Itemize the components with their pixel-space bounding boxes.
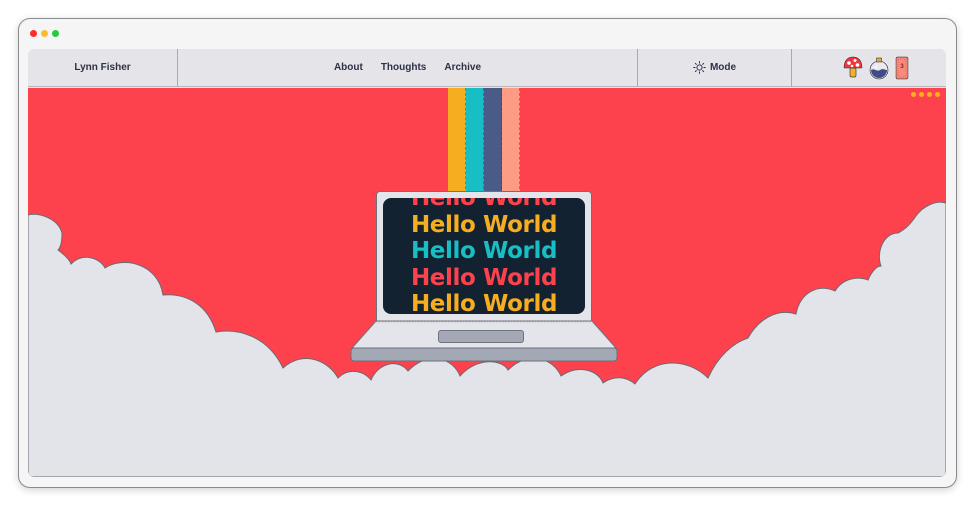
window-controls	[30, 30, 59, 37]
laptop-trackpad	[438, 330, 524, 343]
mode-cell: Mode	[638, 49, 792, 86]
potion-icon[interactable]	[868, 55, 890, 81]
screen-line: Hello World	[410, 238, 558, 264]
ticket-icon[interactable]: 3	[894, 55, 910, 81]
nav-thoughts[interactable]: Thoughts	[381, 62, 427, 73]
site-name-link[interactable]: Lynn Fisher	[74, 62, 130, 73]
web-page: Lynn Fisher About Thoughts Archive Mode …	[28, 49, 946, 477]
main-nav: About Thoughts Archive	[178, 49, 638, 86]
mushroom-icon[interactable]	[842, 55, 864, 81]
maximize-window-button[interactable]	[52, 30, 59, 37]
site-name-cell: Lynn Fisher	[28, 49, 178, 86]
screen-line: Hello World	[410, 211, 558, 238]
laptop-screen: Hello World Hello World Hello World Hell…	[383, 198, 585, 314]
nav-archive[interactable]: Archive	[444, 62, 481, 73]
screen-line: Hello World	[410, 198, 558, 211]
hero-illustration: Hello World Hello World Hello World Hell…	[28, 88, 946, 477]
close-window-button[interactable]	[30, 30, 37, 37]
minimize-window-button[interactable]	[41, 30, 48, 37]
site-header: Lynn Fisher About Thoughts Archive Mode …	[28, 49, 946, 87]
browser-window: Lynn Fisher About Thoughts Archive Mode …	[18, 18, 957, 488]
sun-icon	[693, 61, 706, 74]
collectibles: 3	[792, 49, 946, 86]
screen-line: Hello World	[410, 264, 558, 291]
mode-label: Mode	[709, 62, 737, 73]
laptop-lid: Hello World Hello World Hello World Hell…	[376, 191, 592, 322]
screen-text: Hello World Hello World Hello World Hell…	[383, 198, 585, 314]
nav-about[interactable]: About	[334, 62, 363, 73]
mode-toggle-button[interactable]: Mode	[693, 61, 736, 74]
screen-line: Hello World	[410, 291, 558, 314]
